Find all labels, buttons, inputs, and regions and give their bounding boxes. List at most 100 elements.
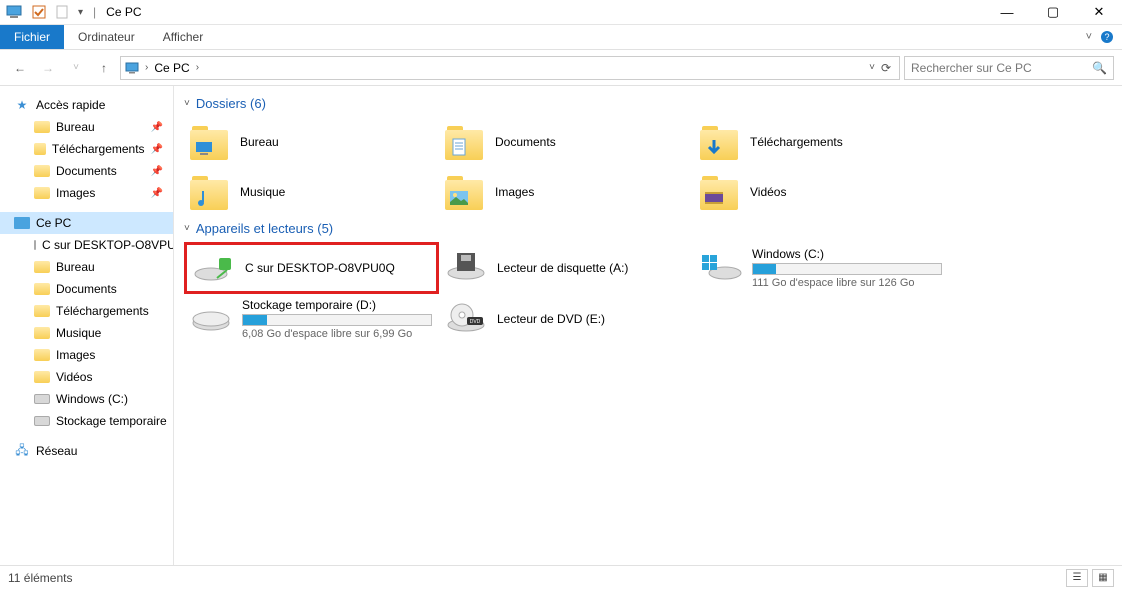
folder-images[interactable]: Images [439, 167, 694, 217]
folder-icon [34, 283, 50, 295]
folder-icon [34, 305, 50, 317]
folder-label: Téléchargements [750, 135, 843, 149]
address-dropdown-icon[interactable]: ˅ [869, 62, 875, 73]
floppy-drive-icon [445, 246, 487, 284]
qat-blank-icon[interactable] [54, 3, 72, 21]
refresh-button[interactable]: ⟳ [881, 61, 891, 75]
folder-icon [34, 349, 50, 361]
sidebar-item-reseau[interactable]: 🖧 Réseau [0, 440, 173, 462]
sidebar-item-images2[interactable]: Images [0, 344, 173, 366]
up-button[interactable]: ↑ [92, 56, 116, 80]
folder-icon [190, 174, 230, 210]
sidebar-item-documents[interactable]: Documents 📌 [0, 160, 173, 182]
sidebar-item-musique[interactable]: Musique [0, 322, 173, 344]
folder-bureau[interactable]: Bureau [184, 117, 439, 167]
sidebar-item-label: Vidéos [56, 370, 92, 384]
chevron-right-icon[interactable]: › [196, 62, 199, 73]
drive-label: C sur DESKTOP-O8VPU0Q [245, 261, 395, 275]
navigation-bar: ← → ˅ ↑ › Ce PC › ˅ ⟳ Rechercher sur Ce … [0, 50, 1122, 86]
tab-ordinateur[interactable]: Ordinateur [64, 25, 149, 49]
pin-icon: 📌 [151, 122, 163, 133]
sidebar-item-label: C sur DESKTOP-O8VPU [42, 238, 174, 252]
breadcrumb-cepc[interactable]: Ce PC [152, 61, 191, 75]
pc-icon [125, 60, 141, 76]
folder-telechargements[interactable]: Téléchargements [694, 117, 949, 167]
sidebar-item-stockage[interactable]: Stockage temporaire [0, 410, 173, 432]
window-controls: — ▢ ✕ [984, 0, 1122, 25]
view-details-button[interactable]: ☰ [1066, 569, 1088, 587]
folder-icon [34, 121, 50, 133]
capacity-fill [243, 315, 267, 325]
folder-musique[interactable]: Musique [184, 167, 439, 217]
sidebar-item-images[interactable]: Images 📌 [0, 182, 173, 204]
sidebar-item-csur[interactable]: C sur DESKTOP-O8VPU [0, 234, 173, 256]
titlebar: ▾ | Ce PC — ▢ ✕ [0, 0, 1122, 25]
sidebar-item-telechargements2[interactable]: Téléchargements [0, 300, 173, 322]
sidebar-item-documents2[interactable]: Documents [0, 278, 173, 300]
sidebar-item-label: Stockage temporaire [56, 414, 167, 428]
sidebar-item-label: Musique [56, 326, 101, 340]
address-bar[interactable]: › Ce PC › ˅ ⟳ [120, 56, 900, 80]
chevron-down-icon: ˅ [184, 98, 190, 109]
sidebar-item-windowsc[interactable]: Windows (C:) [0, 388, 173, 410]
svg-text:DVD: DVD [470, 319, 481, 325]
pc-icon [6, 3, 24, 21]
search-icon: 🔍 [1092, 61, 1107, 75]
drive-stockage[interactable]: Stockage temporaire (D:) 6,08 Go d'espac… [184, 294, 439, 344]
sidebar-item-bureau[interactable]: Bureau 📌 [0, 116, 173, 138]
properties-icon[interactable] [30, 3, 48, 21]
tab-afficher[interactable]: Afficher [149, 25, 217, 49]
sidebar-item-quick-access[interactable]: ★ Accès rapide [0, 94, 173, 116]
drive-subtext: 111 Go d'espace libre sur 126 Go [752, 277, 942, 289]
quick-access-toolbar: ▾ | [0, 3, 96, 21]
help-icon[interactable]: ? [1100, 30, 1114, 44]
sidebar-item-bureau2[interactable]: Bureau [0, 256, 173, 278]
folder-icon [190, 124, 230, 160]
drive-subtext: 6,08 Go d'espace libre sur 6,99 Go [242, 328, 432, 340]
search-input[interactable]: Rechercher sur Ce PC 🔍 [904, 56, 1114, 80]
sidebar-item-label: Images [56, 186, 95, 200]
folder-icon [34, 261, 50, 273]
navigation-pane: ★ Accès rapide Bureau 📌 Téléchargements … [0, 86, 174, 565]
drive-floppy[interactable]: Lecteur de disquette (A:) [439, 242, 694, 294]
folder-label: Bureau [240, 135, 279, 149]
maximize-button[interactable]: ▢ [1030, 0, 1076, 25]
folder-label: Images [495, 185, 534, 199]
folder-documents[interactable]: Documents [439, 117, 694, 167]
section-title: Appareils et lecteurs (5) [196, 221, 333, 236]
qat-dropdown-icon[interactable]: ▾ [78, 7, 83, 18]
svg-text:?: ? [1104, 32, 1109, 42]
folder-label: Musique [240, 185, 285, 199]
close-button[interactable]: ✕ [1076, 0, 1122, 25]
drive-label: Lecteur de DVD (E:) [497, 312, 605, 326]
forward-button[interactable]: → [36, 56, 60, 80]
recent-dropdown[interactable]: ˅ [64, 56, 88, 80]
minimize-button[interactable]: — [984, 0, 1030, 25]
folder-label: Documents [495, 135, 556, 149]
ribbon-expand-icon[interactable]: ˅ [1086, 31, 1092, 43]
folder-icon [34, 165, 50, 177]
sidebar-item-label: Documents [56, 282, 117, 296]
chevron-down-icon: ˅ [184, 223, 190, 234]
chevron-right-icon[interactable]: › [145, 62, 148, 73]
network-icon: 🖧 [14, 443, 30, 459]
drive-windows-c[interactable]: Windows (C:) 111 Go d'espace libre sur 1… [694, 242, 949, 294]
sidebar-item-label: Ce PC [36, 216, 71, 230]
network-drive-icon [193, 249, 235, 287]
drive-csur-highlighted[interactable]: C sur DESKTOP-O8VPU0Q [184, 242, 439, 294]
pin-icon: 📌 [151, 188, 163, 199]
section-header-lecteurs[interactable]: ˅ Appareils et lecteurs (5) [184, 221, 1112, 236]
sidebar-item-ce-pc[interactable]: Ce PC [0, 212, 173, 234]
titlebar-separator: | [93, 5, 96, 19]
sidebar-item-label: Documents [56, 164, 117, 178]
folders-grid: Bureau Documents Téléchargements Musique… [184, 117, 1112, 217]
capacity-bar [242, 314, 432, 326]
section-header-dossiers[interactable]: ˅ Dossiers (6) [184, 96, 1112, 111]
folder-videos[interactable]: Vidéos [694, 167, 949, 217]
sidebar-item-telechargements[interactable]: Téléchargements 📌 [0, 138, 173, 160]
back-button[interactable]: ← [8, 56, 32, 80]
view-icons-button[interactable]: ▦ [1092, 569, 1114, 587]
sidebar-item-videos[interactable]: Vidéos [0, 366, 173, 388]
drive-dvd[interactable]: DVD Lecteur de DVD (E:) [439, 294, 694, 344]
tab-fichier[interactable]: Fichier [0, 25, 64, 49]
